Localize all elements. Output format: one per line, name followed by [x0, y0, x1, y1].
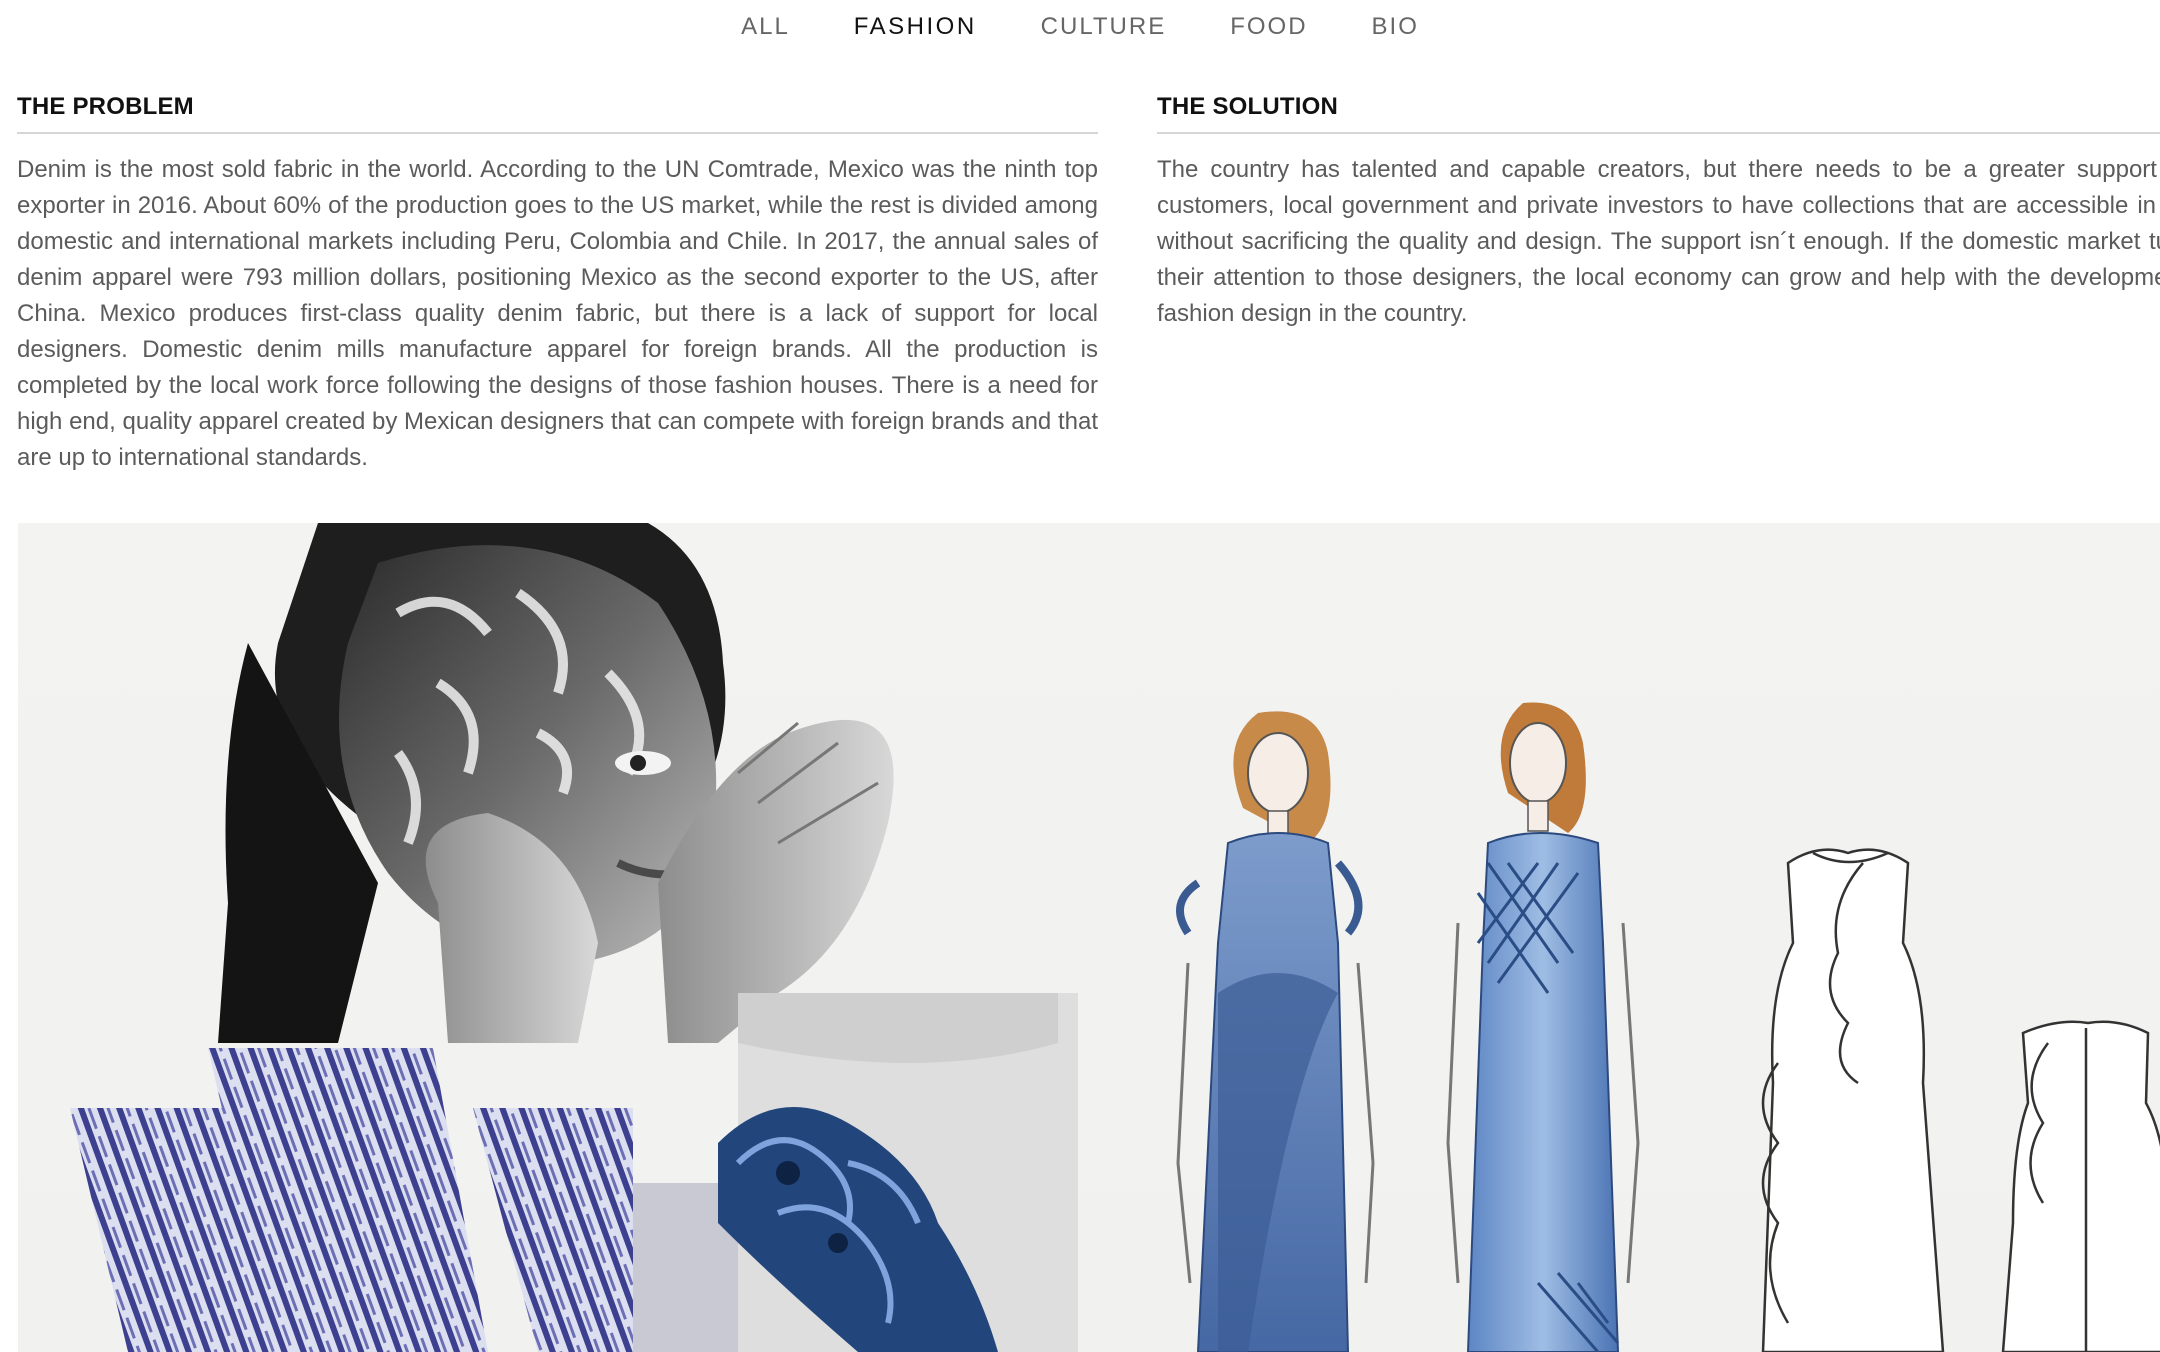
problem-section: THE PROBLEM Denim is the most sold fabri…: [17, 92, 1098, 476]
nav-item-all[interactable]: ALL: [741, 0, 790, 54]
dress-illustration-2: [1446, 702, 1640, 1352]
nav-item-culture[interactable]: CULTURE: [1041, 0, 1167, 54]
dress-illustration-1: [1176, 711, 1375, 1352]
fashion-collage-image: [18, 523, 2160, 1352]
nav-item-fashion[interactable]: FASHION: [854, 0, 977, 54]
nav-item-food[interactable]: FOOD: [1230, 0, 1307, 54]
problem-heading: THE PROBLEM: [17, 92, 1098, 134]
solution-heading: THE SOLUTION: [1157, 92, 2160, 134]
dress-flat-sketch-2: [2001, 1020, 2160, 1352]
nav-item-bio[interactable]: BIO: [1372, 0, 1419, 54]
solution-text: The country has talented and capable cre…: [1157, 156, 2160, 327]
problem-text: Denim is the most sold fabric in the wor…: [17, 156, 1098, 471]
solution-section: THE SOLUTION The country has talented an…: [1157, 92, 2160, 332]
collage-artwork: [70, 523, 2160, 1352]
category-nav: ALL FASHION CULTURE FOOD BIO: [0, 0, 2160, 54]
dress-flat-sketch-1: [1761, 848, 1945, 1352]
denim-swatch-image: [70, 1048, 738, 1352]
